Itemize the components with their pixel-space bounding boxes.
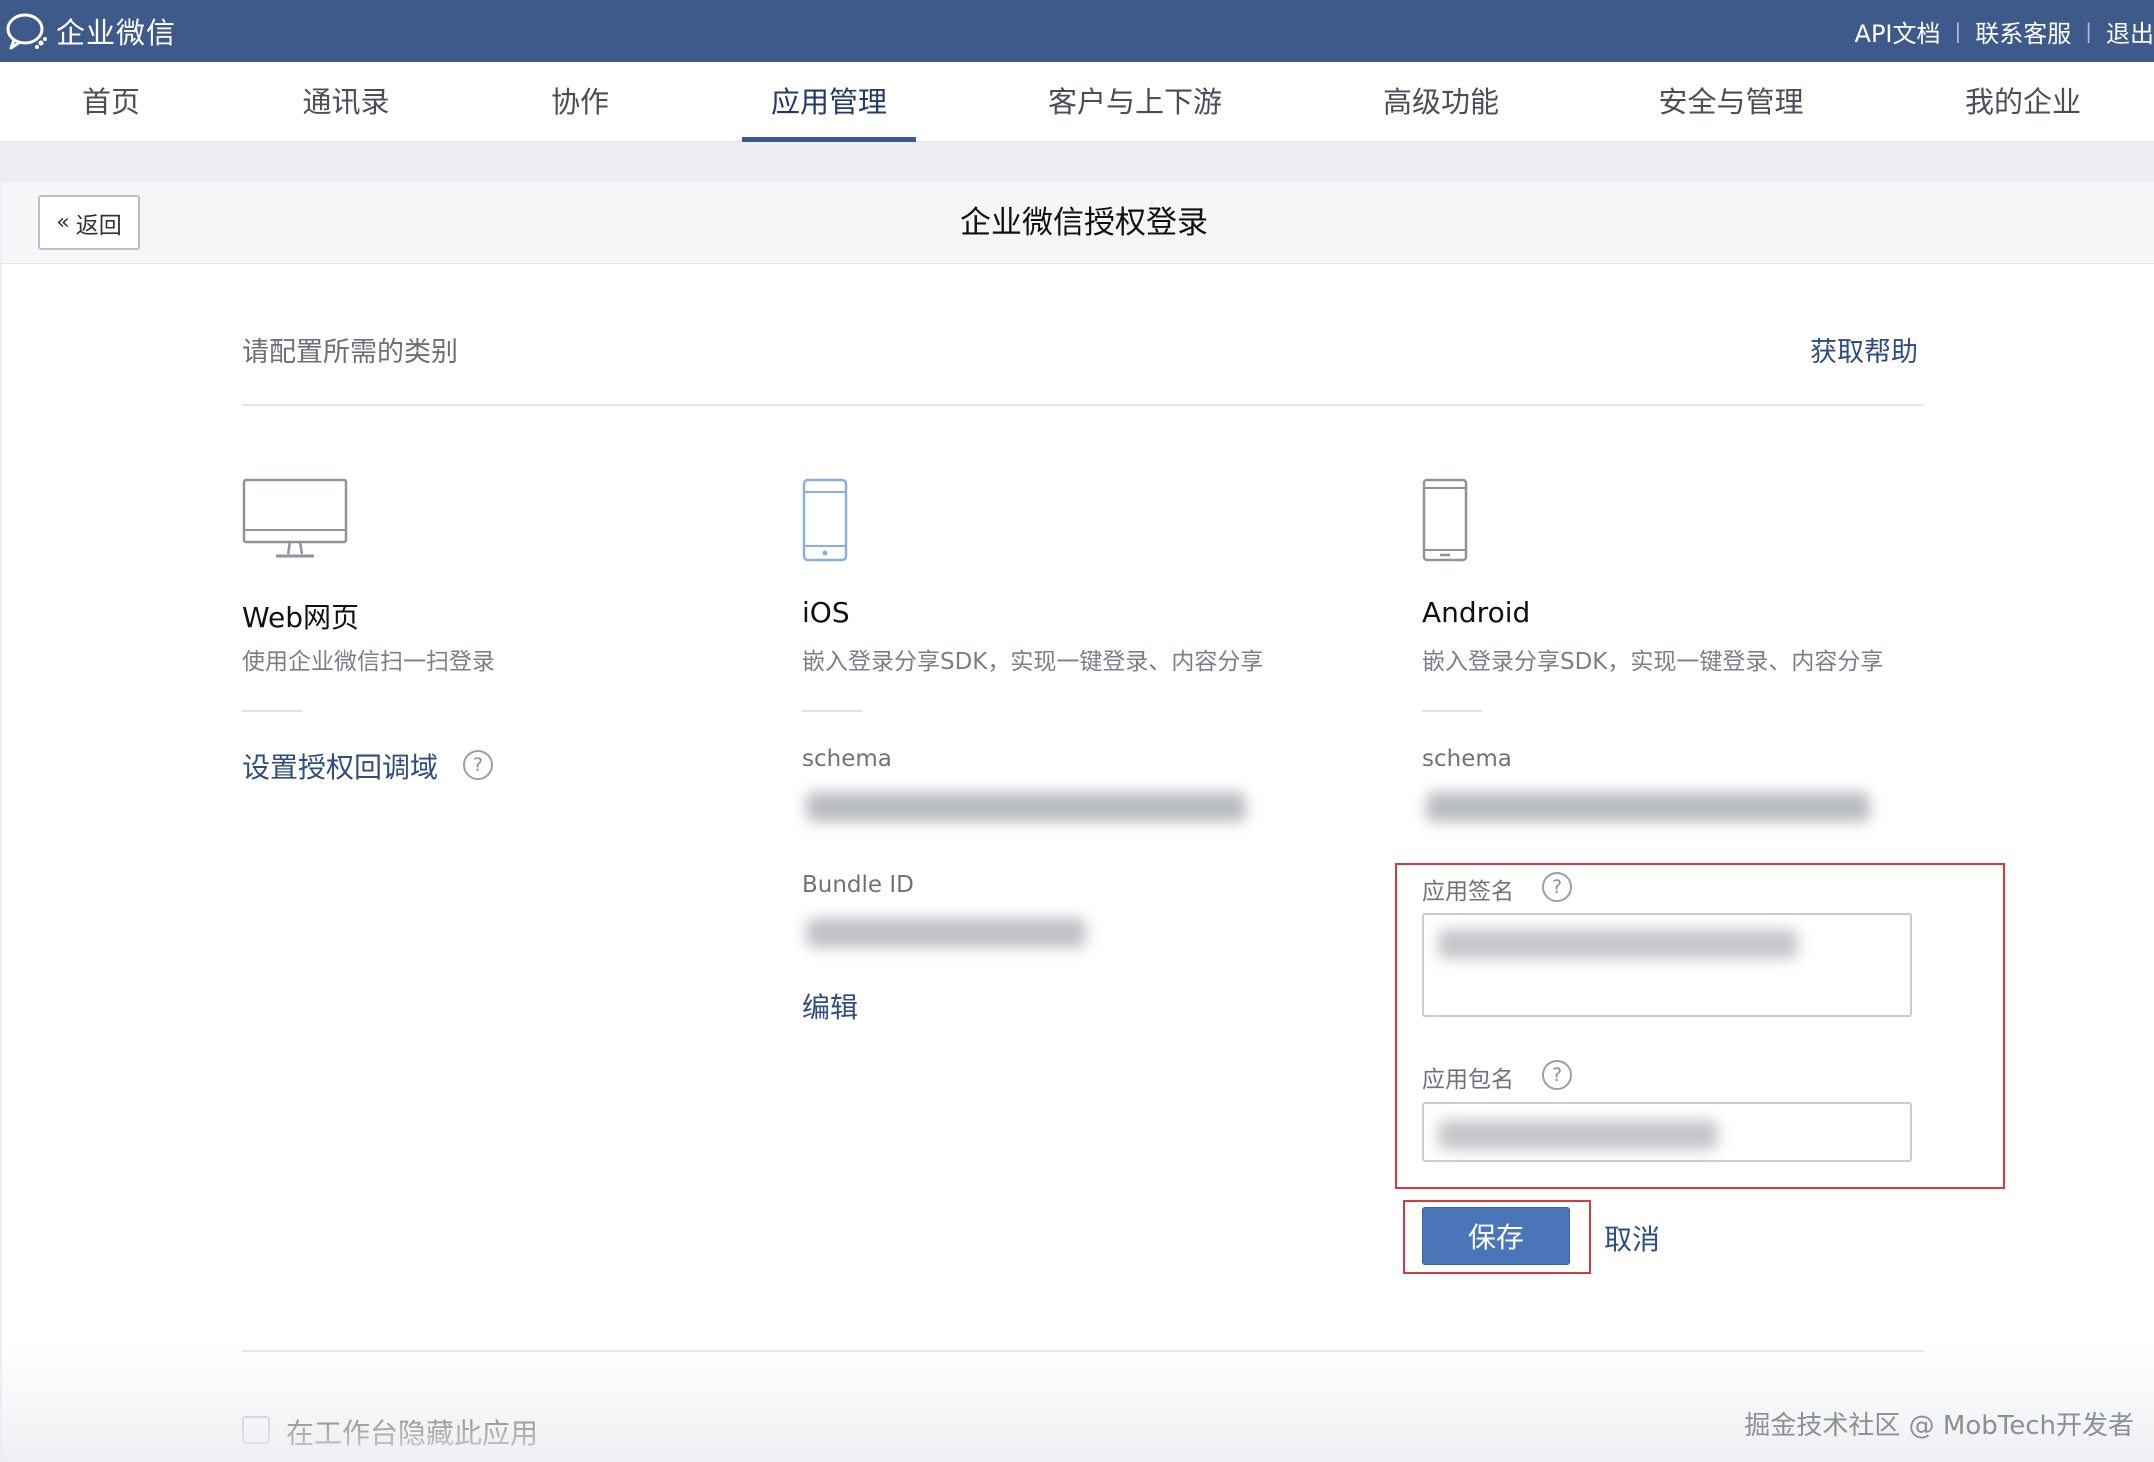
main-nav: 首页 通讯录 协作 应用管理 客户与上下游 高级功能 安全与管理 我的企业 <box>0 62 2154 142</box>
help-icon[interactable]: ? <box>463 750 493 780</box>
tab-label: 安全与管理 <box>1658 85 1804 119</box>
card-header: 企业微信授权登录 « 返回 <box>2 182 2154 264</box>
tab-customers[interactable]: 客户与上下游 <box>1032 62 1238 142</box>
brand-name: 企业微信 <box>56 16 177 50</box>
separator: | <box>2085 19 2092 43</box>
ios-title: iOS <box>802 596 850 629</box>
ios-bundle-id-label: Bundle ID <box>802 872 914 898</box>
help-icon[interactable]: ? <box>1542 1060 1572 1090</box>
ios-edit-link[interactable]: 编辑 <box>802 986 858 1026</box>
top-links: API文档 | 联系客服 | 退出 <box>1841 0 2154 62</box>
wecom-logo-icon <box>6 13 47 50</box>
tab-label: 高级功能 <box>1382 85 1499 119</box>
web-title: Web网页 <box>242 601 360 634</box>
tab-collaboration[interactable]: 协作 <box>520 62 640 142</box>
get-help-link[interactable]: 获取帮助 <box>1810 330 1918 369</box>
content-card: 企业微信授权登录 « 返回 请配置所需的类别 获取帮助 Web网页 使用企业微信… <box>2 182 2154 1462</box>
iphone-icon <box>802 478 848 562</box>
page-title: 企业微信授权登录 <box>960 205 1208 241</box>
back-label: 返回 <box>75 212 122 239</box>
package-name-input[interactable] <box>1422 1102 1912 1162</box>
top-bar: 企业微信 API文档 | 联系客服 | 退出 <box>0 0 2154 62</box>
set-callback-domain-link[interactable]: 设置授权回调域 <box>242 746 438 786</box>
app-signature-input[interactable] <box>1422 913 1912 1017</box>
logout-link[interactable]: 退出 <box>2092 14 2154 49</box>
tab-label: 协作 <box>550 85 609 119</box>
tab-label: 客户与上下游 <box>1047 85 1222 119</box>
tab-label: 首页 <box>81 85 140 119</box>
save-button[interactable]: 保存 <box>1422 1207 1570 1265</box>
tab-security[interactable]: 安全与管理 <box>1648 62 1814 142</box>
tab-label: 通讯录 <box>302 85 390 119</box>
divider <box>242 1350 1924 1352</box>
hide-app-label: 在工作台隐藏此应用 <box>286 1417 539 1450</box>
app-signature-value <box>1438 929 1798 959</box>
divider <box>802 710 862 712</box>
help-icon[interactable]: ? <box>1542 872 1572 902</box>
tab-my-enterprise[interactable]: 我的企业 <box>1952 62 2094 142</box>
ios-desc: 嵌入登录分享SDK，实现一键登录、内容分享 <box>802 649 1264 675</box>
package-name-label: 应用包名 <box>1422 1067 1514 1093</box>
app-signature-label: 应用签名 <box>1422 879 1514 905</box>
tab-advanced[interactable]: 高级功能 <box>1366 62 1516 142</box>
android-phone-icon <box>1422 478 1468 562</box>
contact-support-link[interactable]: 联系客服 <box>1961 14 2085 49</box>
android-title: Android <box>1422 596 1531 629</box>
divider <box>242 404 1924 406</box>
package-name-value <box>1438 1120 1718 1150</box>
tab-label: 应用管理 <box>770 85 887 119</box>
divider <box>242 710 302 712</box>
ios-bundle-id-value <box>806 918 1086 948</box>
tab-label: 我的企业 <box>1964 85 2081 119</box>
desktop-monitor-icon <box>242 478 348 558</box>
android-schema-value <box>1426 792 1870 822</box>
web-desc: 使用企业微信扫一扫登录 <box>242 649 495 675</box>
divider <box>1422 710 1482 712</box>
ios-schema-value <box>806 792 1246 822</box>
section-label: 请配置所需的类别 <box>242 337 458 368</box>
active-tab-indicator <box>742 137 916 142</box>
tab-home[interactable]: 首页 <box>52 62 170 142</box>
brand[interactable]: 企业微信 <box>4 10 176 52</box>
watermark: 掘金技术社区 @ MobTech开发者 <box>1744 1411 2134 1441</box>
tab-app-management[interactable]: 应用管理 <box>742 62 916 142</box>
android-schema-label: schema <box>1422 746 1512 772</box>
hide-app-checkbox[interactable] <box>242 1416 270 1444</box>
back-button[interactable]: « 返回 <box>38 195 140 250</box>
api-docs-link[interactable]: API文档 <box>1841 14 1955 49</box>
cancel-link[interactable]: 取消 <box>1604 1218 1660 1258</box>
ios-schema-label: schema <box>802 746 892 772</box>
separator: | <box>1954 19 1962 43</box>
tab-contacts[interactable]: 通讯录 <box>282 62 410 142</box>
double-chevron-left-icon: « <box>56 210 70 235</box>
android-desc: 嵌入登录分享SDK，实现一键登录、内容分享 <box>1422 649 1884 675</box>
